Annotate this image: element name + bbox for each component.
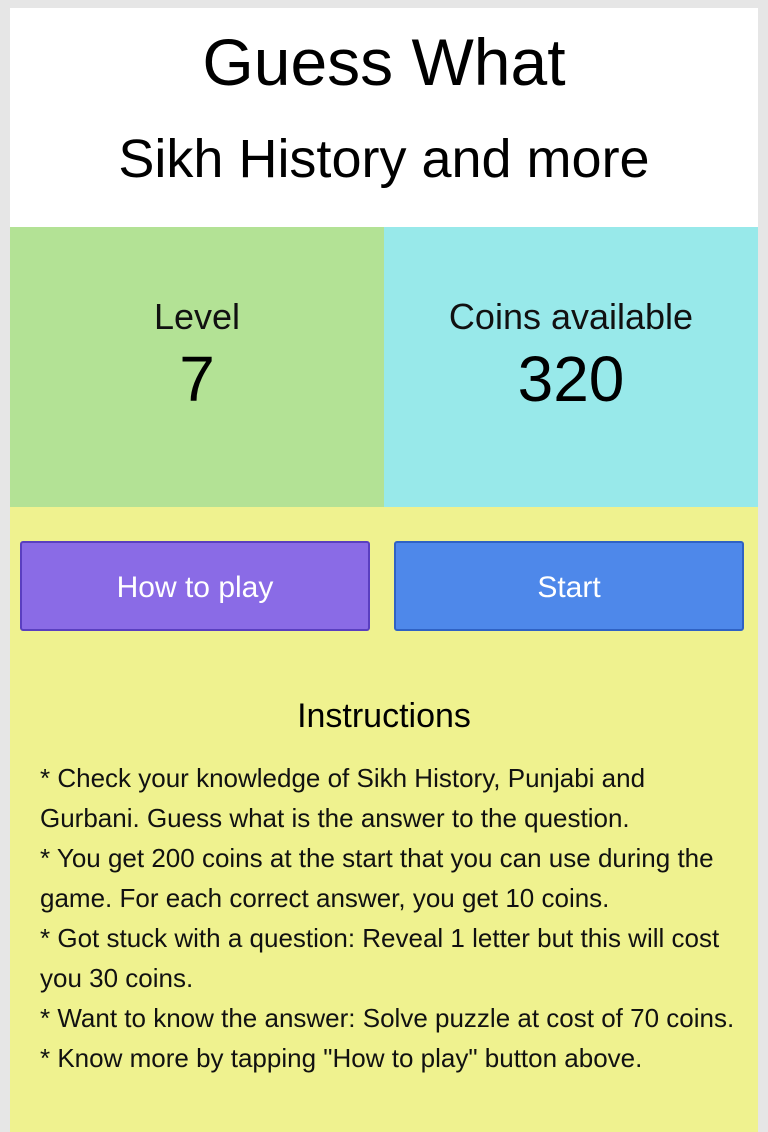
level-label: Level [153,296,241,337]
coins-label: Coins available [448,296,694,337]
coins-value: 320 [517,343,625,415]
instruction-item: * Got stuck with a question: Reveal 1 le… [40,923,720,993]
instruction-item: * You get 200 coins at the start that yo… [40,843,714,913]
header: Guess What Sikh History and more [10,8,758,227]
level-value: 7 [179,343,215,415]
level-panel: Level 7 [10,227,384,507]
instruction-item: * Know more by tapping "How to play" but… [40,1043,643,1073]
instruction-item: * Check your knowledge of Sikh History, … [40,763,646,833]
app-title: Guess What [202,25,566,99]
how-to-play-button[interactable]: How to play [20,541,370,631]
instruction-item: * Want to know the answer: Solve puzzle … [40,1003,735,1033]
instructions-title: Instructions [297,697,471,735]
start-button[interactable]: Start [394,541,744,631]
coins-panel: Coins available 320 [384,227,758,507]
app-subtitle: Sikh History and more [118,129,650,189]
stats-panel: Level 7 Coins available 320 [10,227,758,507]
game-home-screen: Guess What Sikh History and more Level 7… [10,8,758,1132]
instructions-list: * Check your knowledge of Sikh History, … [40,758,740,1078]
